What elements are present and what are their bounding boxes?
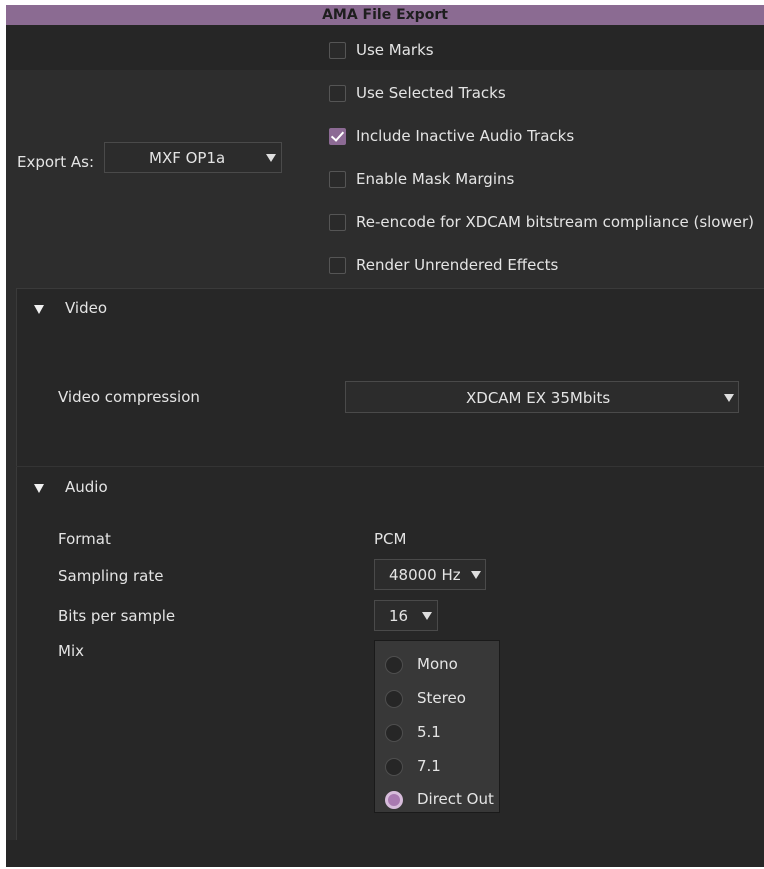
use-marks-checkbox[interactable]: [329, 42, 346, 59]
mix-7-1-label: 7.1: [417, 757, 441, 775]
dialog-title: AMA File Export: [6, 5, 764, 25]
render-unrendered-effects-label: Render Unrendered Effects: [356, 256, 559, 274]
export-as-dropdown[interactable]: MXF OP1a: [104, 142, 282, 173]
enable-mask-margins-checkbox[interactable]: [329, 171, 346, 188]
chevron-down-icon: [422, 612, 432, 620]
mix-stereo-label: Stereo: [417, 689, 466, 707]
mix-7-1-radio[interactable]: [385, 758, 403, 776]
video-compression-dropdown[interactable]: XDCAM EX 35Mbits: [345, 381, 739, 413]
mix-stereo-radio[interactable]: [385, 690, 403, 708]
chevron-down-icon: [266, 154, 276, 162]
mix-direct-out-radio[interactable]: [385, 791, 403, 809]
mix-radio-group: Mono Stereo 5.1 7.1 Direct Out: [374, 640, 500, 813]
video-compression-value: XDCAM EX 35Mbits: [466, 389, 611, 407]
reencode-xdcam-checkbox[interactable]: [329, 214, 346, 231]
format-value: PCM: [374, 530, 407, 548]
chevron-down-icon: [471, 571, 481, 579]
bits-per-sample-dropdown[interactable]: 16: [374, 600, 438, 631]
sampling-rate-value: 48000 Hz: [389, 566, 461, 584]
disclosure-triangle-icon[interactable]: [34, 305, 44, 314]
video-compression-label: Video compression: [58, 388, 200, 406]
reencode-xdcam-label: Re-encode for XDCAM bitstream compliance…: [356, 213, 754, 231]
ama-file-export-dialog: AMA File Export Export As: MXF OP1a Use …: [6, 5, 764, 867]
use-selected-tracks-checkbox[interactable]: [329, 85, 346, 102]
bits-per-sample-value: 16: [389, 607, 409, 625]
bits-per-sample-label: Bits per sample: [58, 607, 176, 625]
use-marks-label: Use Marks: [356, 41, 434, 59]
mix-direct-out-label: Direct Out: [417, 790, 494, 808]
disclosure-triangle-icon[interactable]: [34, 484, 44, 493]
include-inactive-audio-tracks-checkbox[interactable]: [329, 128, 346, 145]
enable-mask-margins-label: Enable Mask Margins: [356, 170, 515, 188]
include-inactive-audio-tracks-label: Include Inactive Audio Tracks: [356, 127, 575, 145]
render-unrendered-effects-checkbox[interactable]: [329, 257, 346, 274]
mix-5-1-radio[interactable]: [385, 724, 403, 742]
sampling-rate-label: Sampling rate: [58, 567, 164, 585]
chevron-down-icon: [724, 394, 734, 402]
use-selected-tracks-label: Use Selected Tracks: [356, 84, 506, 102]
video-section-heading[interactable]: Video: [65, 299, 107, 317]
mix-5-1-label: 5.1: [417, 723, 441, 741]
export-as-label: Export As:: [17, 153, 94, 171]
section-divider: [16, 466, 764, 467]
format-label: Format: [58, 530, 111, 548]
export-as-value: MXF OP1a: [149, 149, 226, 167]
bottom-band: [6, 840, 764, 867]
mix-mono-radio[interactable]: [385, 656, 403, 674]
mix-label: Mix: [58, 642, 84, 660]
sampling-rate-dropdown[interactable]: 48000 Hz: [374, 559, 486, 590]
audio-section-heading[interactable]: Audio: [65, 478, 108, 496]
mix-mono-label: Mono: [417, 655, 458, 673]
